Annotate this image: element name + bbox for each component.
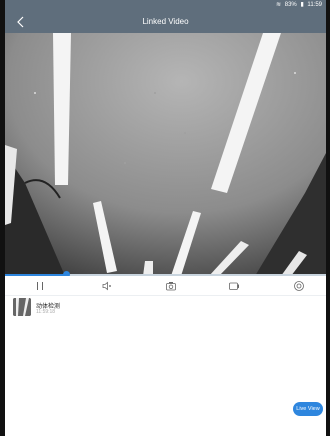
clock: 11:59 (307, 2, 322, 8)
event-time: 11:59:18 (36, 309, 56, 315)
battery-level: 83% (284, 2, 297, 8)
battery-icon: ▮ (300, 2, 304, 8)
nav-bar: Linked Video (5, 11, 326, 33)
status-bar: ≋ 83% ▮ 11:59 (5, 0, 326, 11)
event-thumbnail (13, 298, 31, 316)
camera-icon[interactable] (165, 280, 177, 292)
video-player[interactable] (5, 33, 326, 276)
player-controls (5, 276, 326, 295)
record-icon[interactable] (228, 280, 240, 292)
event-list-item[interactable]: 动体检测 11:59:18 (5, 296, 326, 320)
page-title: Linked Video (142, 17, 189, 26)
video-frame (5, 33, 326, 276)
wifi-icon: ≋ (276, 2, 282, 8)
volume-icon[interactable] (101, 280, 113, 292)
pause-icon[interactable] (34, 280, 46, 292)
settings-icon[interactable] (293, 280, 305, 292)
live-view-button[interactable]: Live View (293, 402, 323, 416)
app-screen: ≋ 83% ▮ 11:59 Linked Video 动体检测 11:59:18… (5, 0, 326, 436)
